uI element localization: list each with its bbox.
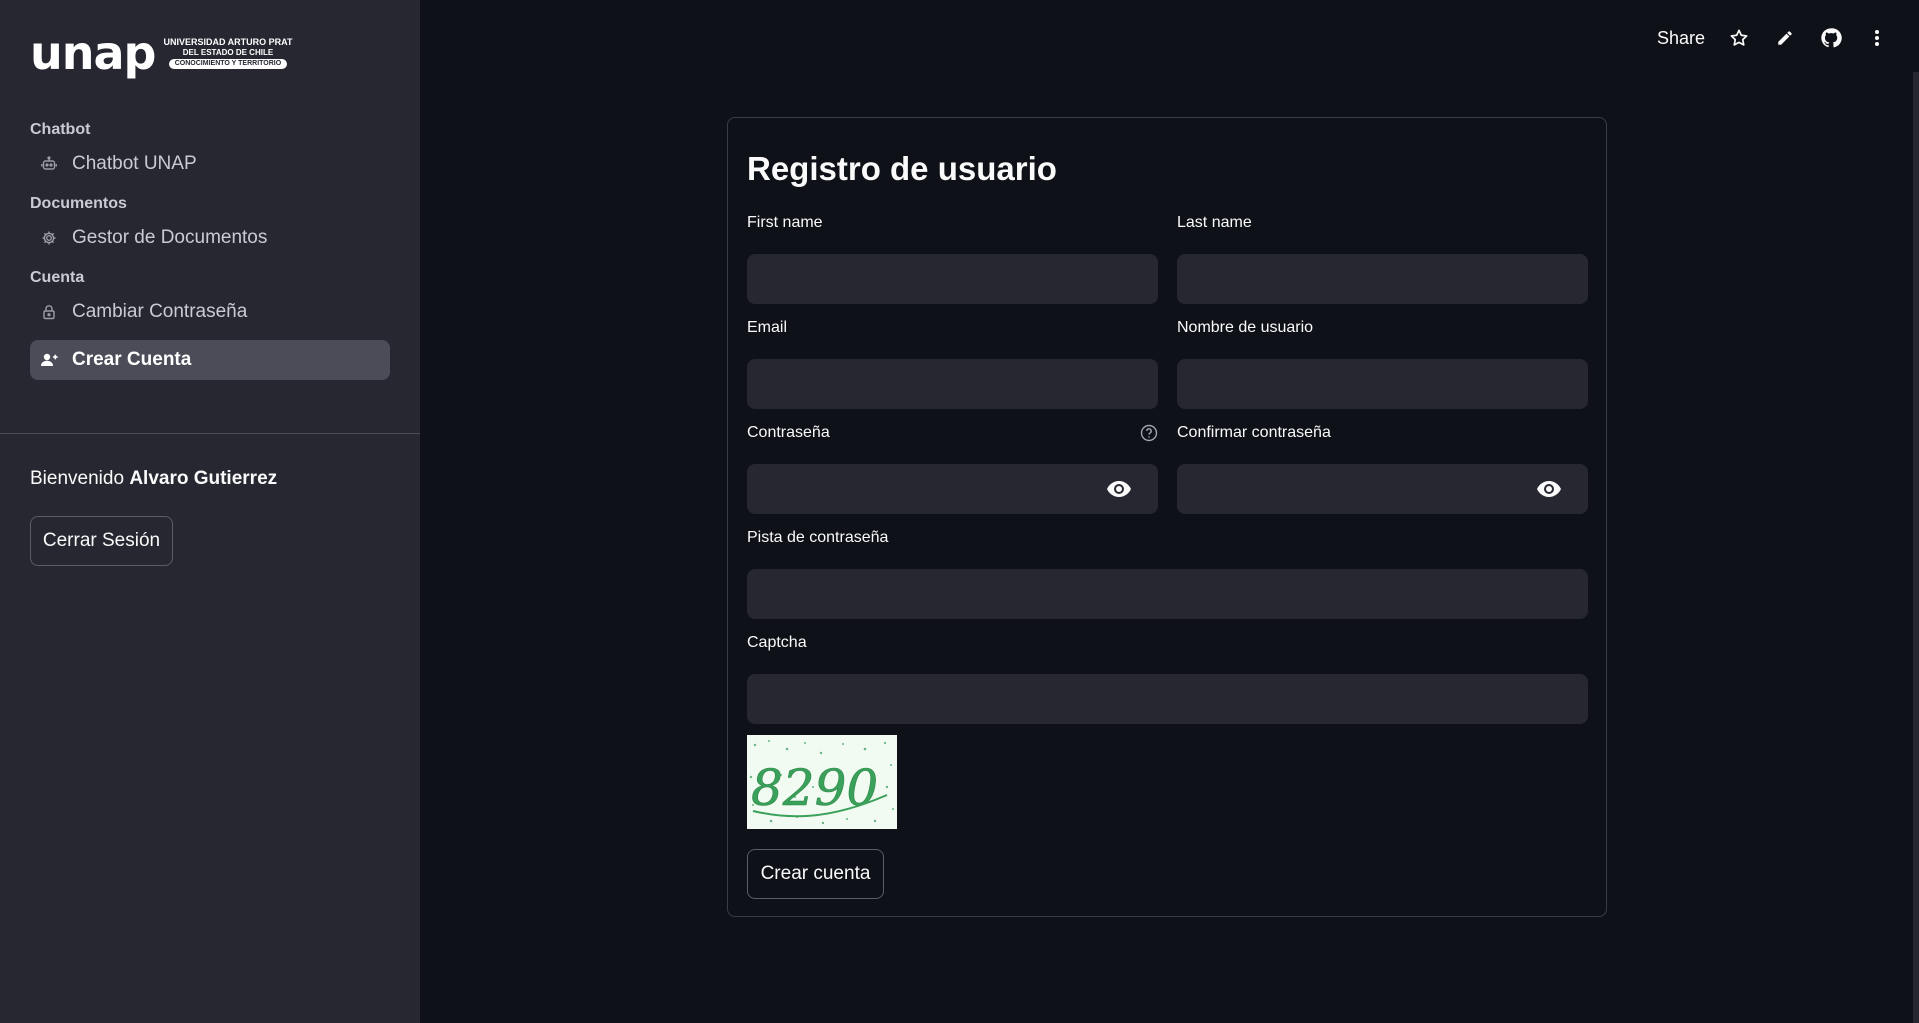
- sidebar-item-chatbot-unap[interactable]: Chatbot UNAP: [30, 144, 390, 184]
- app-toolbar: Share: [1657, 26, 1889, 50]
- password-input-wrapper: [747, 464, 1158, 514]
- logo-subtitle: UNIVERSIDAD ARTURO PRAT DEL ESTADO DE CH…: [163, 37, 292, 69]
- username-input[interactable]: [1177, 359, 1588, 409]
- welcome-user-name: Alvaro Gutierrez: [129, 468, 278, 489]
- create-account-button[interactable]: Crear cuenta: [747, 849, 884, 899]
- lock-icon: [40, 303, 58, 321]
- last-name-field: Last name: [1177, 214, 1588, 304]
- nav-section-chatbot: Chatbot: [30, 121, 91, 138]
- github-icon[interactable]: [1819, 26, 1843, 50]
- welcome-message: Bienvenido Alvaro Gutierrez: [30, 468, 277, 490]
- logo-line-3: CONOCIMIENTO Y TERRITORIO: [168, 58, 288, 69]
- confirm-password-input-wrapper: [1177, 464, 1588, 514]
- sidebar-divider: [0, 433, 420, 434]
- captcha-text: 8290: [751, 759, 878, 817]
- sidebar: unap UNIVERSIDAD ARTURO PRAT DEL ESTADO …: [0, 0, 420, 1023]
- nav-section-documentos: Documentos: [30, 195, 127, 212]
- unap-logo: unap UNIVERSIDAD ARTURO PRAT DEL ESTADO …: [30, 30, 292, 76]
- sidebar-nav: Chatbot Chatbot UNAP Documentos Gestor d…: [30, 118, 390, 388]
- email-label: Email: [747, 319, 788, 336]
- sidebar-item-label: Cambiar Contraseña: [72, 301, 248, 322]
- sidebar-item-label: Gestor de Documentos: [72, 227, 268, 248]
- email-field: Email: [747, 319, 1158, 409]
- registration-form: Registro de usuario First name Last name…: [727, 117, 1607, 917]
- sidebar-item-label: Chatbot UNAP: [72, 153, 197, 174]
- password-hint-input-wrapper: [747, 569, 1588, 619]
- star-icon[interactable]: [1727, 26, 1751, 50]
- eye-icon[interactable]: [1536, 478, 1562, 500]
- sidebar-item-cambiar-contrasena[interactable]: Cambiar Contraseña: [30, 292, 390, 332]
- password-hint-field: Pista de contraseña: [747, 529, 1588, 619]
- password-input[interactable]: [747, 464, 1158, 514]
- sidebar-item-label: Crear Cuenta: [72, 349, 192, 370]
- captcha-label: Captcha: [747, 634, 807, 651]
- more-vert-icon[interactable]: [1865, 26, 1889, 50]
- help-icon[interactable]: [1140, 424, 1158, 442]
- welcome-prefix: Bienvenido: [30, 468, 125, 489]
- share-button[interactable]: Share: [1657, 28, 1705, 49]
- confirm-password-label: Confirmar contraseña: [1177, 424, 1331, 441]
- eye-icon[interactable]: [1106, 478, 1132, 500]
- username-label: Nombre de usuario: [1177, 319, 1314, 336]
- last-name-input[interactable]: [1177, 254, 1588, 304]
- password-hint-input[interactable]: [747, 569, 1588, 619]
- first-name-input-wrapper: [747, 254, 1158, 304]
- last-name-input-wrapper: [1177, 254, 1588, 304]
- first-name-label: First name: [747, 214, 823, 231]
- confirm-password-field: Confirmar contraseña: [1177, 424, 1588, 514]
- email-input-wrapper: [747, 359, 1158, 409]
- captcha-input-wrapper: [747, 674, 1588, 724]
- pencil-icon[interactable]: [1773, 26, 1797, 50]
- last-name-label: Last name: [1177, 214, 1252, 231]
- sidebar-item-crear-cuenta[interactable]: Crear Cuenta: [30, 340, 390, 380]
- form-title: Registro de usuario: [747, 150, 1057, 187]
- password-label: Contraseña: [747, 424, 830, 441]
- logo-wordmark: unap: [30, 26, 156, 80]
- sidebar-item-gestor-documentos[interactable]: Gestor de Documentos: [30, 218, 390, 258]
- captcha-input[interactable]: [747, 674, 1588, 724]
- scrollbar[interactable]: [1913, 72, 1919, 1023]
- gear-icon: [40, 229, 58, 247]
- robot-icon: [40, 155, 58, 173]
- nav-section-cuenta: Cuenta: [30, 269, 85, 286]
- password-field: Contraseña: [747, 424, 1158, 514]
- email-input[interactable]: [747, 359, 1158, 409]
- confirm-password-input[interactable]: [1177, 464, 1588, 514]
- username-field: Nombre de usuario: [1177, 319, 1588, 409]
- captcha-image: 8290: [747, 735, 897, 829]
- username-input-wrapper: [1177, 359, 1588, 409]
- password-hint-label: Pista de contraseña: [747, 529, 889, 546]
- first-name-field: First name: [747, 214, 1158, 304]
- captcha-field: Captcha: [747, 634, 1588, 724]
- logout-button[interactable]: Cerrar Sesión: [30, 516, 173, 566]
- add-user-icon: [40, 351, 58, 369]
- first-name-input[interactable]: [747, 254, 1158, 304]
- logo-line-2: DEL ESTADO DE CHILE: [182, 47, 274, 57]
- logo-line-1: UNIVERSIDAD ARTURO PRAT: [163, 37, 293, 48]
